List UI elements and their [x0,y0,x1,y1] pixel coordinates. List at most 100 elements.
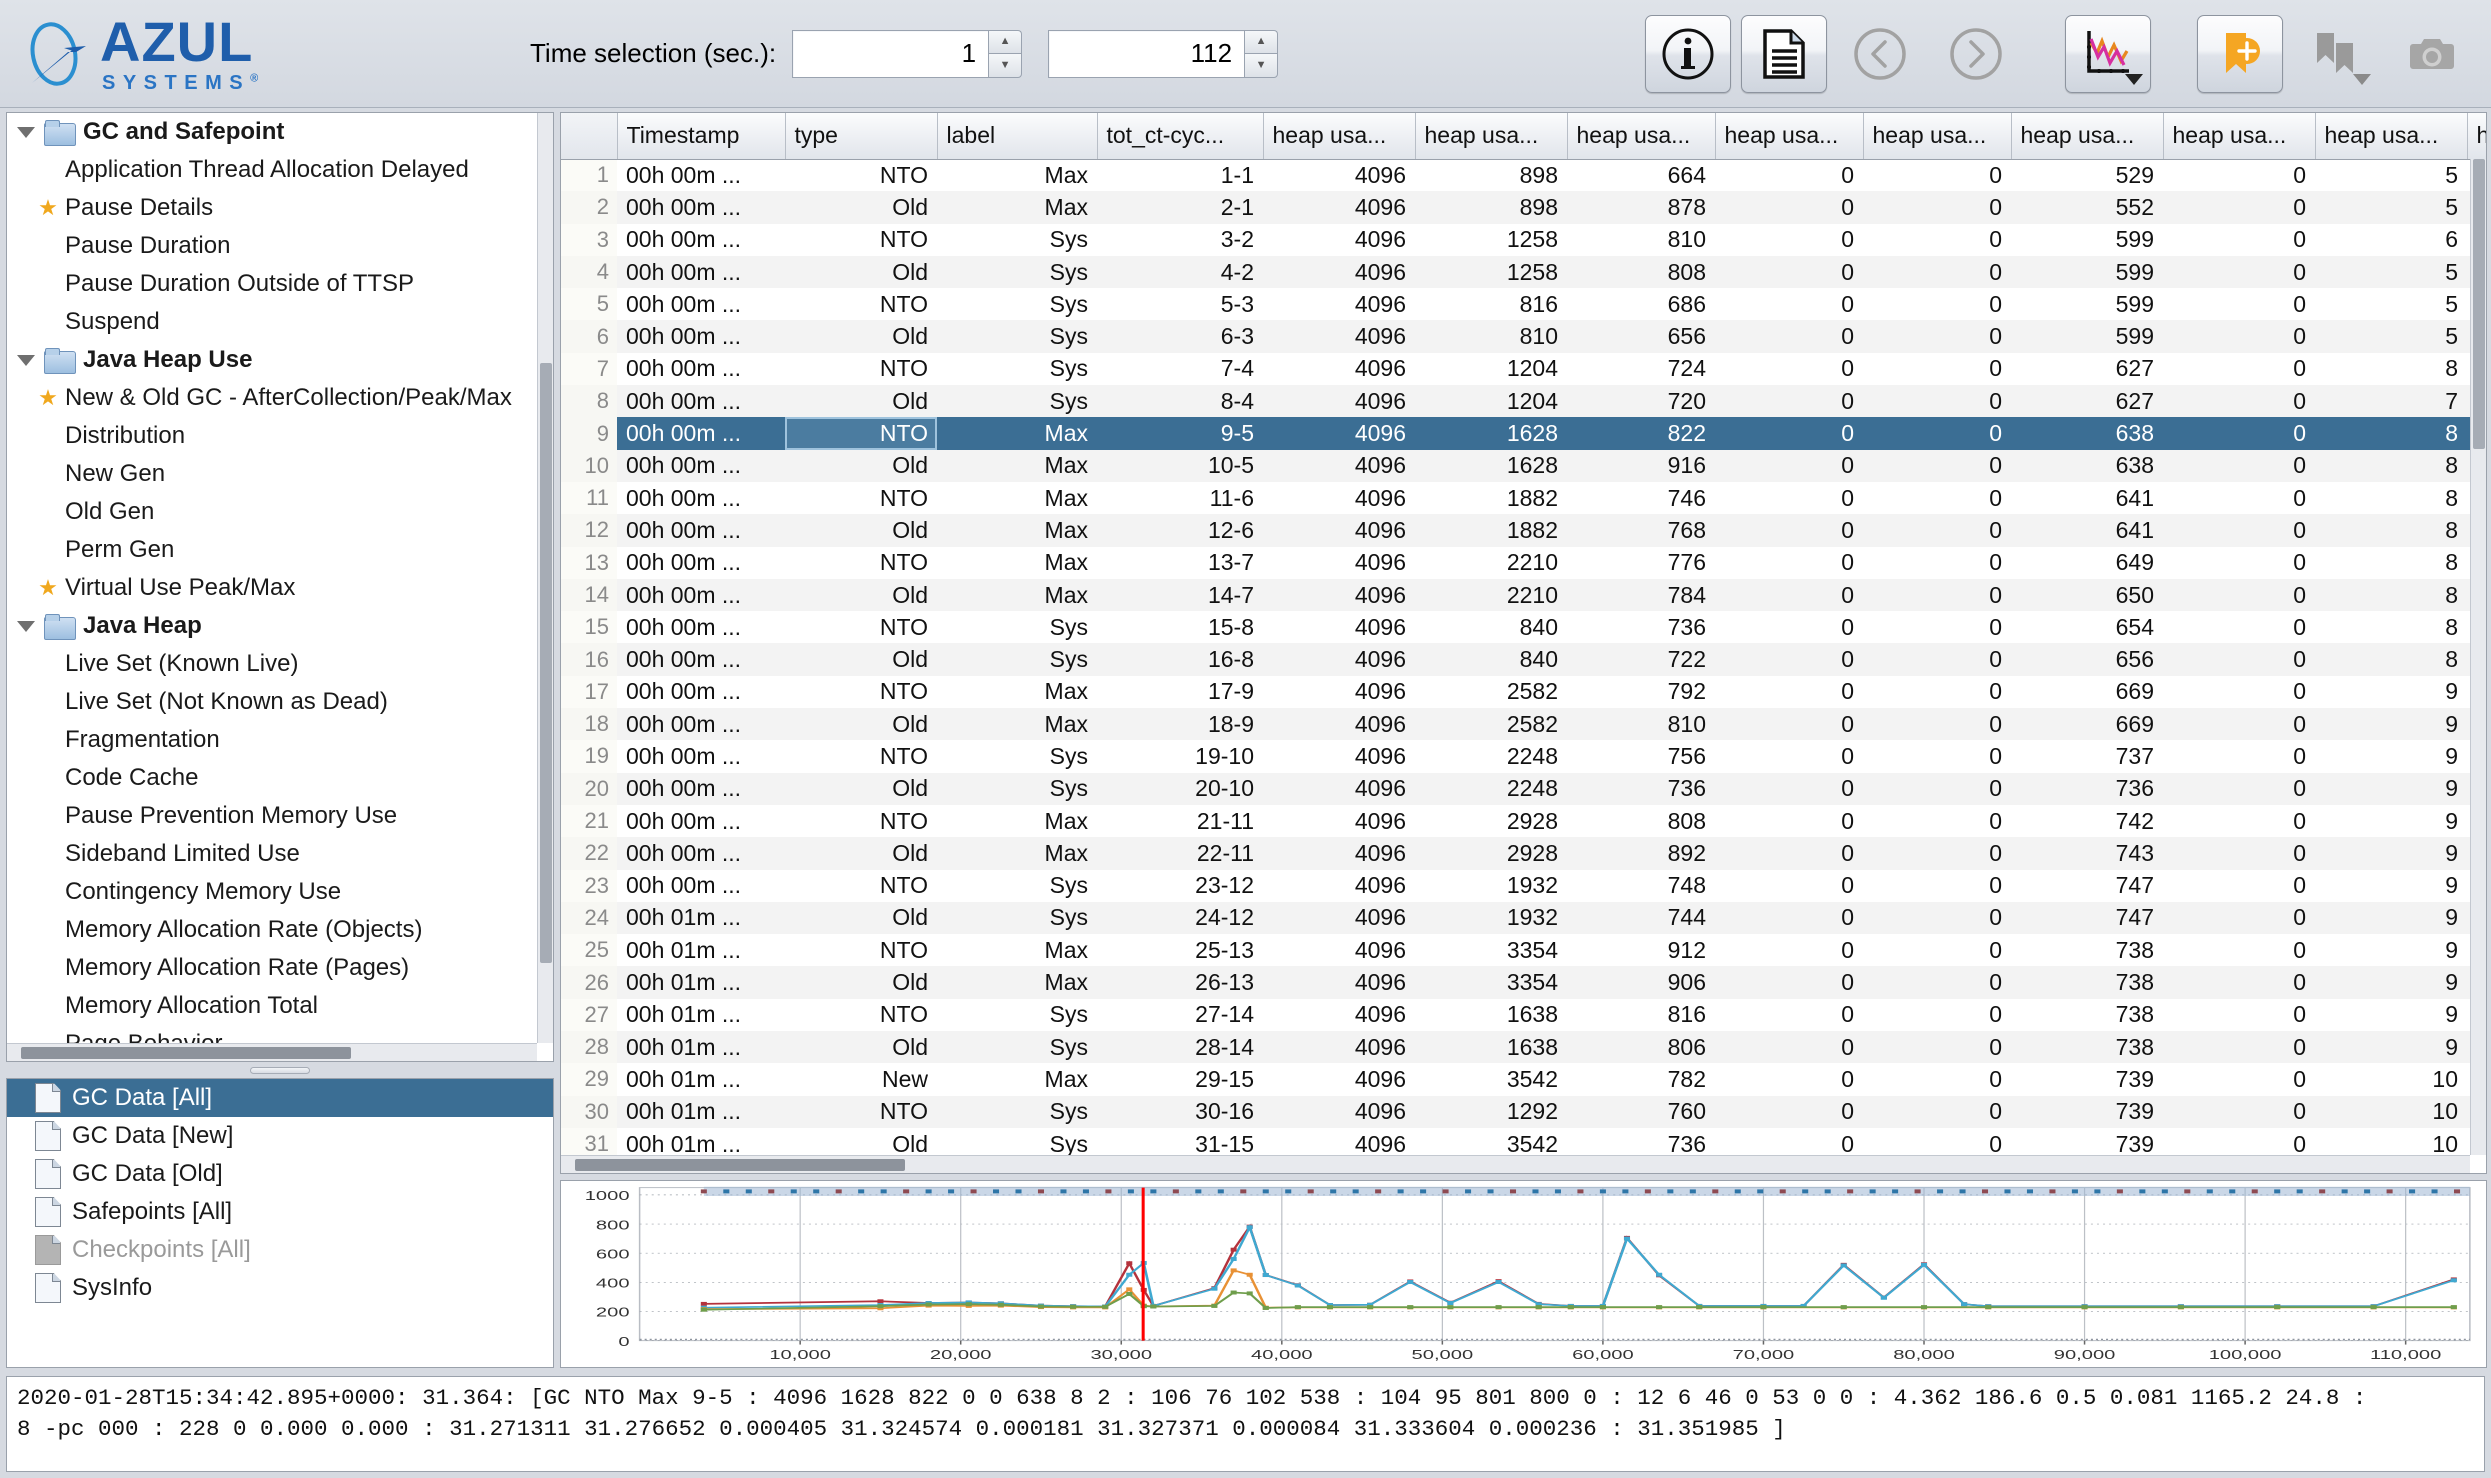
cell-heap6[interactable]: 599 [2011,288,2163,320]
favorite-star-icon[interactable]: ★ [35,387,61,409]
table-row[interactable]: 5 00h 00m ... NTO Sys 5-3 4096 816 686 0 0 599 0 5 [561,288,2486,321]
cell-heap7[interactable]: 0 [2163,482,2315,514]
tree-item-old-gen[interactable]: ★Old Gen [7,493,537,531]
cell-heap1[interactable]: 4096 [1263,999,1415,1031]
cell-heap5[interactable]: 0 [1863,320,2011,353]
cell-type[interactable]: Old [785,837,937,870]
tree-item-pause-duration-outside-of-ttsp[interactable]: ★Pause Duration Outside of TTSP [7,265,537,303]
cell-heap7[interactable]: 0 [2163,353,2315,385]
table-row[interactable]: 27 00h 01m ... NTO Sys 27-14 4096 1638 816 0 0 738… [561,998,2486,1032]
cell-heap5[interactable]: 0 [1863,224,2011,256]
bookmarks-menu-button[interactable] [2293,15,2379,93]
timeline-chart-panel[interactable]: 0 200 400 600 800 1000 10,000 20,000 30,000 40,00… [560,1180,2487,1368]
cell-timestamp[interactable]: 00h 00m ... [617,255,785,289]
splitter-grip[interactable] [250,1066,310,1074]
cell-heap4[interactable]: 0 [1715,514,1863,547]
cell-timestamp[interactable]: 00h 01m ... [617,1095,785,1128]
cell-timestamp[interactable]: 00h 00m ... [617,805,785,837]
cell-heap3[interactable]: 746 [1567,482,1715,514]
cell-heap3[interactable]: 748 [1567,870,1715,902]
cell-heap5[interactable]: 0 [1863,837,2011,870]
tree-item-live-set-known-live[interactable]: ★Live Set (Known Live) [7,645,537,683]
cell-heap2[interactable]: 2928 [1415,837,1567,870]
cell-label[interactable]: Sys [937,870,1097,902]
tree-item-pause-prevention-memory-use[interactable]: ★Pause Prevention Memory Use [7,797,537,835]
tree-item-fragmentation[interactable]: ★Fragmentation [7,721,537,759]
cell-heap4[interactable]: 0 [1715,805,1863,837]
cell-heap3[interactable]: 878 [1567,191,1715,224]
column-header-heap7[interactable]: heap usa... [2163,113,2316,160]
column-header-heap3[interactable]: heap usa... [1567,113,1716,160]
cell-heap6[interactable]: 641 [2011,514,2163,547]
cell-heap1[interactable]: 4096 [1263,255,1415,289]
cell-heap6[interactable]: 742 [2011,805,2163,837]
cell-heap7[interactable]: 0 [2163,255,2315,289]
cell-heap7[interactable]: 0 [2163,901,2315,935]
cell-timestamp[interactable]: 00h 00m ... [617,837,785,870]
table-row[interactable]: 18 00h 00m ... Old Max 18-9 4096 2582 810 0 0 669 0… [561,708,2486,741]
cell-type[interactable]: NTO [785,1095,937,1128]
cell-type[interactable]: Old [785,578,937,612]
cell-heap3[interactable]: 724 [1567,353,1715,385]
cell-heap4[interactable]: 0 [1715,611,1863,643]
cell-heap2[interactable]: 2248 [1415,740,1567,772]
table-row[interactable]: 28 00h 01m ... Old Sys 28-14 4096 1638 806 0 0 738… [561,1031,2486,1064]
cell-timestamp[interactable]: 00h 01m ... [617,934,785,966]
tree-item-pause-details[interactable]: ★ Pause Details [7,189,537,227]
cell-heap2[interactable]: 3354 [1415,966,1567,999]
cell-tot_ct_cyc[interactable]: 2-1 [1097,191,1263,224]
cell-heap1[interactable]: 4096 [1263,870,1415,902]
cell-heap8[interactable]: 9 [2315,966,2467,999]
cell-heap1[interactable]: 4096 [1263,159,1415,191]
cell-heap7[interactable]: 0 [2163,417,2315,450]
dataset-item-gc-data-all[interactable]: GC Data [All] [7,1079,553,1117]
cell-heap3[interactable]: 776 [1567,547,1715,579]
cell-heap4[interactable]: 0 [1715,255,1863,289]
cell-heap8[interactable]: 9 [2315,772,2467,805]
cell-label[interactable]: Sys [937,643,1097,676]
cell-heap2[interactable]: 2582 [1415,676,1567,708]
column-header-type[interactable]: type [785,113,938,160]
cell-heap4[interactable]: 0 [1715,224,1863,256]
table-row[interactable]: 26 00h 01m ... Old Max 26-13 4096 3354 906 0 0 738… [561,966,2486,999]
cell-timestamp[interactable]: 00h 00m ... [617,578,785,612]
cell-label[interactable]: Sys [937,611,1097,643]
cell-heap5[interactable]: 0 [1863,159,2011,191]
cell-heap6[interactable]: 669 [2011,708,2163,741]
table-vertical-scrollbar[interactable] [2470,159,2486,1155]
cell-tot_ct_cyc[interactable]: 30-16 [1097,1095,1263,1128]
cell-type[interactable]: NTO [785,999,937,1031]
cell-heap5[interactable]: 0 [1863,1063,2011,1095]
column-header-heap9[interactable]: heap [2467,113,2486,160]
cell-type[interactable]: NTO [785,676,937,708]
cell-heap8[interactable]: 9 [2315,999,2467,1031]
cell-heap7[interactable]: 0 [2163,708,2315,741]
favorite-star-icon[interactable]: ★ [35,577,61,599]
cell-heap7[interactable]: 0 [2163,1031,2315,1064]
cell-heap1[interactable]: 4096 [1263,772,1415,805]
cell-heap7[interactable]: 0 [2163,643,2315,676]
cell-heap7[interactable]: 0 [2163,611,2315,643]
cell-heap6[interactable]: 736 [2011,772,2163,805]
cell-heap8[interactable]: 7 [2315,385,2467,418]
table-row[interactable]: 25 00h 01m ... NTO Max 25-13 4096 3354 912 0 0 738… [561,934,2486,967]
cell-label[interactable]: Sys [937,901,1097,935]
tree-item-java-heap-use[interactable]: Java Heap Use [7,341,537,379]
dataset-item-gc-data-new[interactable]: GC Data [New] [7,1117,553,1155]
tree-item-new-old-gc-aftercollection-peak-max[interactable]: ★ New & Old GC - AfterCollection/Peak/Max [7,379,537,417]
cell-heap2[interactable]: 810 [1415,320,1567,353]
cell-heap4[interactable]: 0 [1715,288,1863,320]
cell-heap8[interactable]: 5 [2315,159,2467,191]
forward-button[interactable] [1933,15,2019,93]
column-header-timestamp[interactable]: Timestamp [617,113,786,160]
cell-heap1[interactable]: 4096 [1263,578,1415,612]
cell-heap4[interactable]: 0 [1715,934,1863,966]
cell-heap3[interactable]: 722 [1567,643,1715,676]
cell-heap1[interactable]: 4096 [1263,740,1415,772]
cell-heap5[interactable]: 0 [1863,449,2011,482]
cell-timestamp[interactable]: 00h 00m ... [617,191,785,224]
column-header-heap4[interactable]: heap usa... [1715,113,1864,160]
cell-heap8[interactable]: 9 [2315,740,2467,772]
tree-expander-icon[interactable] [17,354,35,366]
cell-heap2[interactable]: 1204 [1415,385,1567,418]
